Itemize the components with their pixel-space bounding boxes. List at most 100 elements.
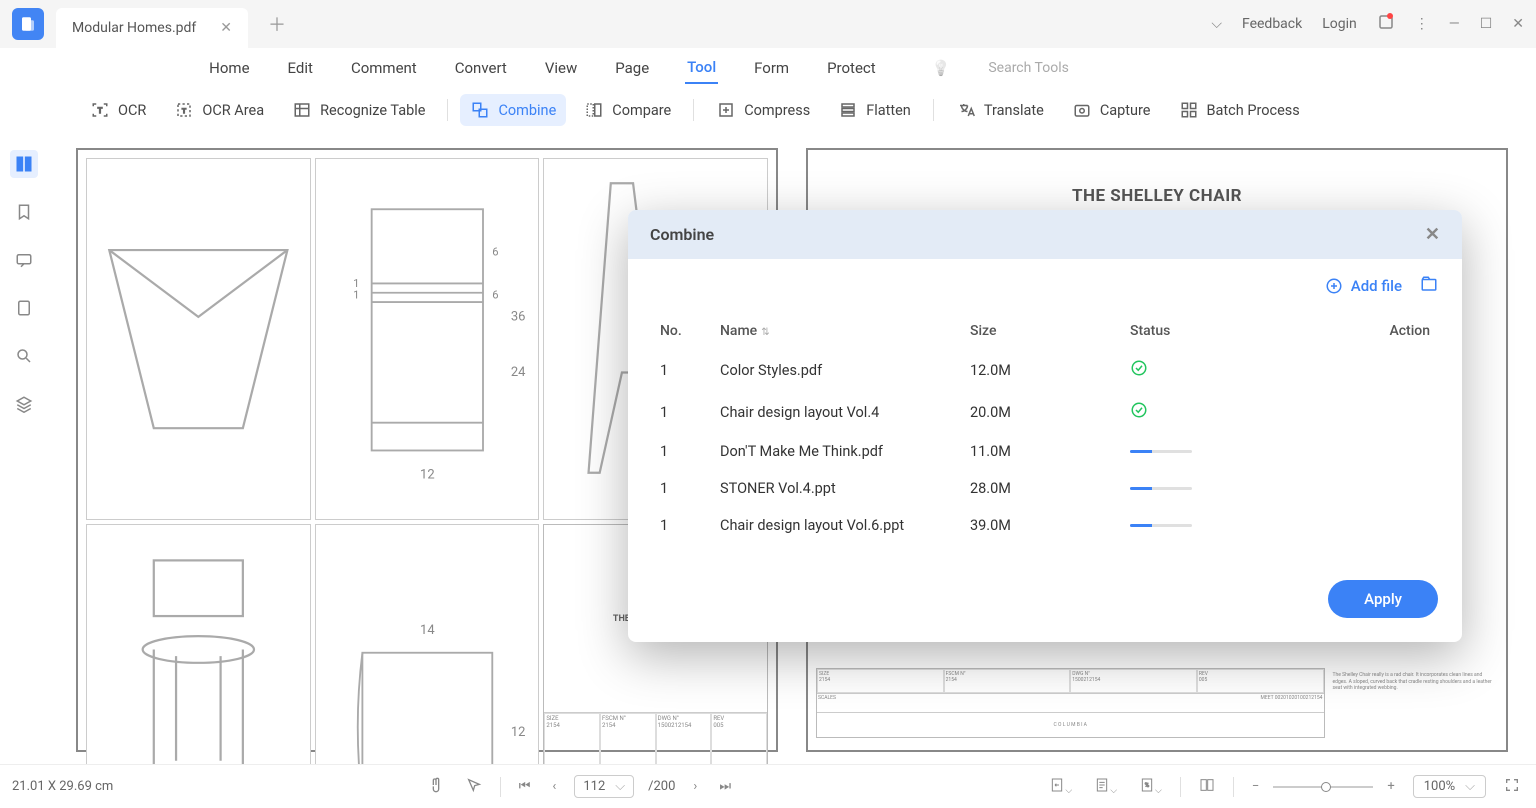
- menu-tool[interactable]: Tool: [685, 52, 718, 84]
- bookmarks-panel[interactable]: [10, 198, 38, 226]
- menu-protect[interactable]: Protect: [825, 53, 878, 83]
- notification-icon[interactable]: [1377, 13, 1395, 35]
- maximize-icon[interactable]: ☐: [1480, 16, 1493, 32]
- chair-perspective: [86, 524, 311, 764]
- ocr-area-button[interactable]: T OCR Area: [164, 94, 274, 126]
- first-page-icon[interactable]: ⏮: [515, 775, 535, 798]
- file-row[interactable]: 1Don'T Make Me Think.pdf11.0M: [652, 433, 1438, 470]
- zoom-slider[interactable]: [1273, 786, 1373, 788]
- recognize-table-button[interactable]: Recognize Table: [282, 94, 435, 126]
- compress-label: Compress: [744, 102, 810, 119]
- ocr-icon: T: [90, 100, 110, 120]
- fullscreen-icon[interactable]: [1500, 773, 1524, 801]
- col-size: Size: [962, 313, 1122, 349]
- folder-icon[interactable]: [1420, 275, 1438, 297]
- fit-page-icon[interactable]: ⌵: [1090, 773, 1121, 801]
- combine-label: Combine: [498, 102, 556, 119]
- combine-button[interactable]: Combine: [460, 94, 566, 126]
- single-page-icon[interactable]: [1195, 773, 1219, 801]
- progress-bar: [1130, 450, 1192, 453]
- close-tab-icon[interactable]: ✕: [220, 20, 232, 36]
- login-link[interactable]: Login: [1322, 16, 1357, 32]
- ocr-button[interactable]: T OCR: [80, 94, 156, 126]
- file-row[interactable]: 1Chair design layout Vol.6.ppt39.0M: [652, 507, 1438, 544]
- row-name: Chair design layout Vol.6.ppt: [712, 507, 962, 544]
- page-number-input[interactable]: 112 ⌵: [574, 775, 634, 798]
- menu-home[interactable]: Home: [207, 53, 251, 83]
- ocr-area-icon: T: [174, 100, 194, 120]
- more-icon[interactable]: ⋮: [1415, 16, 1429, 32]
- translate-button[interactable]: Translate: [946, 94, 1054, 126]
- compress-button[interactable]: Compress: [706, 94, 820, 126]
- select-tool-icon[interactable]: [462, 773, 486, 801]
- fit-width-icon[interactable]: ⌵: [1045, 773, 1076, 801]
- new-tab-button[interactable]: ＋: [268, 11, 286, 37]
- document-tab[interactable]: Modular Homes.pdf ✕: [56, 8, 248, 48]
- scroll-mode-icon[interactable]: %⌵: [1135, 773, 1166, 801]
- prev-page-icon[interactable]: ‹: [548, 775, 560, 798]
- compare-button[interactable]: Compare: [574, 94, 681, 126]
- svg-text:1: 1: [353, 288, 359, 301]
- sidebar: [0, 132, 48, 764]
- col-status: Status: [1122, 313, 1322, 349]
- search-tools-input[interactable]: Search Tools: [988, 60, 1068, 76]
- zoom-out-icon[interactable]: −: [1248, 775, 1263, 798]
- row-no: 1: [652, 433, 712, 470]
- menu-form[interactable]: Form: [752, 53, 791, 83]
- svg-text:36: 36: [510, 310, 525, 325]
- thumbnails-panel[interactable]: [10, 150, 38, 178]
- col-no: No.: [652, 313, 712, 349]
- next-page-icon[interactable]: ›: [689, 775, 701, 798]
- row-name: STONER Vol.4.ppt: [712, 470, 962, 507]
- row-action: [1322, 470, 1438, 507]
- menu-convert[interactable]: Convert: [453, 53, 509, 83]
- batch-process-button[interactable]: Batch Process: [1169, 94, 1310, 126]
- search-panel[interactable]: [10, 342, 38, 370]
- page-total: /200: [648, 779, 675, 794]
- minimize-icon[interactable]: —: [1449, 16, 1460, 32]
- translate-label: Translate: [984, 102, 1044, 119]
- col-action: Action: [1322, 313, 1438, 349]
- row-size: 20.0M: [962, 391, 1122, 433]
- chair-front-view: 12 24 36 11 6 6: [315, 158, 540, 520]
- hint-icon[interactable]: 💡: [932, 59, 951, 77]
- compress-icon: [716, 100, 736, 120]
- file-row[interactable]: 1STONER Vol.4.ppt28.0M: [652, 470, 1438, 507]
- comments-panel[interactable]: [10, 246, 38, 274]
- feedback-link[interactable]: Feedback: [1242, 16, 1302, 32]
- dialog-close-icon[interactable]: ✕: [1425, 224, 1440, 245]
- table-icon: [292, 100, 312, 120]
- capture-button[interactable]: Capture: [1062, 94, 1161, 126]
- row-status: [1122, 391, 1322, 433]
- svg-text:12: 12: [420, 467, 435, 482]
- file-row[interactable]: 1Color Styles.pdf12.0M: [652, 349, 1438, 391]
- main-menu: Home Edit Comment Convert View Page Tool Form Pr…: [0, 48, 1536, 88]
- combine-dialog: Combine ✕ Add file No. Name⇅ Size Status…: [628, 210, 1462, 642]
- attachments-panel[interactable]: [10, 294, 38, 322]
- chevron-down-icon: ⌵: [1465, 779, 1475, 794]
- menu-view[interactable]: View: [543, 53, 579, 83]
- zoom-level[interactable]: 100% ⌵: [1413, 775, 1486, 798]
- layers-panel[interactable]: [10, 390, 38, 418]
- apply-button[interactable]: Apply: [1328, 580, 1438, 618]
- hand-tool-icon[interactable]: [424, 773, 448, 801]
- translate-icon: [956, 100, 976, 120]
- flatten-label: Flatten: [866, 102, 911, 119]
- add-file-button[interactable]: Add file: [1325, 277, 1402, 295]
- row-action: [1322, 433, 1438, 470]
- menu-edit[interactable]: Edit: [286, 53, 315, 83]
- chevron-down-icon: ⌵: [615, 779, 625, 794]
- flatten-icon: [838, 100, 858, 120]
- sort-icon: ⇅: [761, 327, 769, 338]
- dropdown-icon[interactable]: ⌵: [1211, 16, 1222, 32]
- menu-page[interactable]: Page: [613, 53, 651, 83]
- flatten-button[interactable]: Flatten: [828, 94, 921, 126]
- file-row[interactable]: 1Chair design layout Vol.420.0M: [652, 391, 1438, 433]
- zoom-in-icon[interactable]: +: [1383, 775, 1398, 798]
- close-window-icon[interactable]: ✕: [1512, 16, 1524, 32]
- menu-comment[interactable]: Comment: [349, 53, 419, 83]
- last-page-icon[interactable]: ⏭: [715, 775, 735, 798]
- row-no: 1: [652, 470, 712, 507]
- col-name[interactable]: Name⇅: [712, 313, 962, 349]
- compare-icon: [584, 100, 604, 120]
